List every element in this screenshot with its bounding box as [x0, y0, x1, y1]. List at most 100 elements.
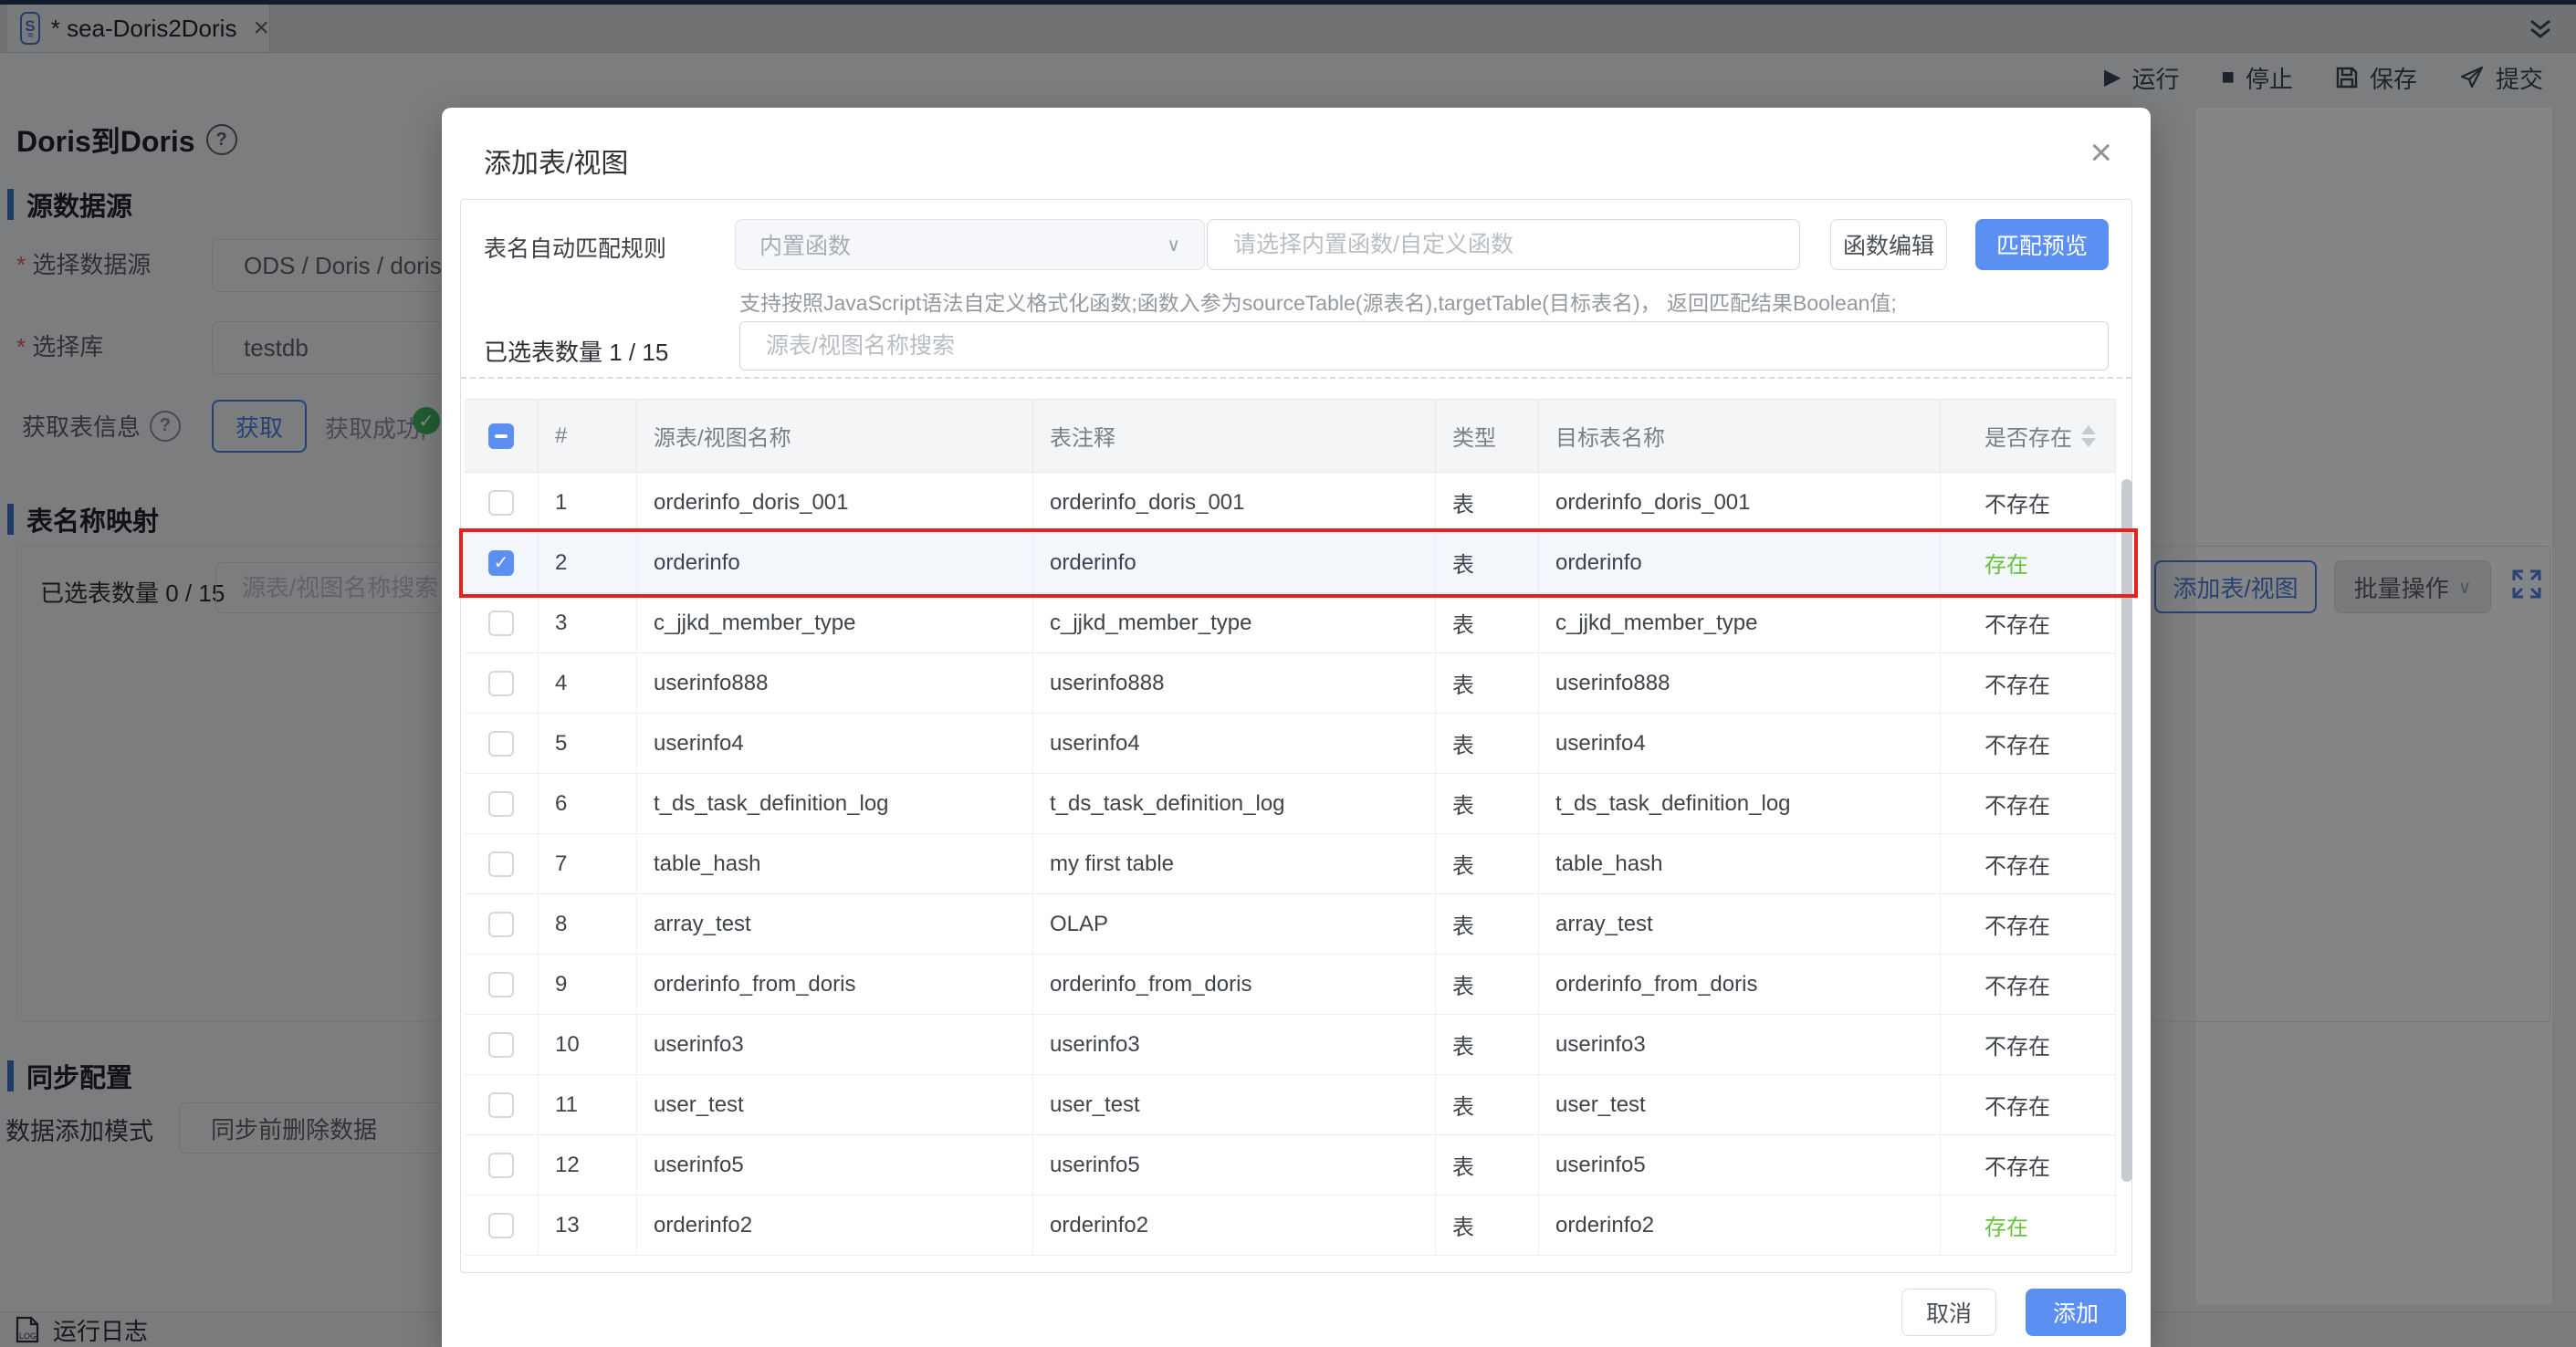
col-type: 类型 [1436, 400, 1539, 473]
row-source-name: c_jjkd_member_type [637, 593, 1033, 653]
row-checkbox-cell [465, 714, 539, 774]
row-target-name: userinfo3 [1539, 1015, 1941, 1075]
row-checkbox-cell [465, 1135, 539, 1196]
col-source-name: 源表/视图名称 [637, 400, 1033, 473]
row-checkbox[interactable] [488, 611, 514, 636]
row-source-name: array_test [637, 894, 1033, 955]
table-row[interactable]: 3c_jjkd_member_typec_jjkd_member_type表c_… [465, 593, 2116, 653]
row-checkbox[interactable] [488, 1092, 514, 1118]
function-edit-button[interactable]: 函数编辑 [1830, 219, 1947, 270]
add-button[interactable]: 添加 [2026, 1289, 2126, 1336]
row-target-name: c_jjkd_member_type [1539, 593, 1941, 653]
table-row[interactable]: 10userinfo3userinfo3表userinfo3不存在 [465, 1015, 2116, 1075]
row-checkbox[interactable]: ✓ [488, 550, 514, 576]
sort-icons[interactable] [2081, 425, 2096, 447]
match-preview-button[interactable]: 匹配预览 [1975, 219, 2109, 270]
rule-hint-text: 支持按照JavaScript语法自定义格式化函数;函数入参为sourceTabl… [739, 286, 1897, 317]
row-checkbox[interactable] [488, 671, 514, 696]
row-comment: my first table [1033, 834, 1436, 894]
row-comment: t_ds_task_definition_log [1033, 774, 1436, 834]
row-target-name: array_test [1539, 894, 1941, 955]
row-exists-status: 存在 [1941, 533, 2116, 593]
row-type: 表 [1436, 653, 1539, 714]
table-header-row: # 源表/视图名称 表注释 类型 目标表名称 是否存在 [465, 399, 2116, 473]
row-checkbox[interactable] [488, 972, 514, 997]
row-source-name: orderinfo_from_doris [637, 955, 1033, 1015]
table-row[interactable]: 6t_ds_task_definition_logt_ds_task_defin… [465, 774, 2116, 834]
row-type: 表 [1436, 473, 1539, 533]
table-row[interactable]: 4userinfo888userinfo888表userinfo888不存在 [465, 653, 2116, 714]
row-checkbox[interactable] [488, 1213, 514, 1238]
row-checkbox-cell: ✓ [465, 533, 539, 593]
table-row[interactable]: 11user_testuser_test表user_test不存在 [465, 1075, 2116, 1135]
row-comment: orderinfo [1033, 533, 1436, 593]
row-exists-status: 存在 [1941, 1196, 2116, 1256]
row-type: 表 [1436, 894, 1539, 955]
row-exists-status: 不存在 [1941, 774, 2116, 834]
row-target-name: userinfo4 [1539, 714, 1941, 774]
col-comment: 表注释 [1033, 400, 1436, 473]
row-checkbox-cell [465, 1015, 539, 1075]
row-type: 表 [1436, 1015, 1539, 1075]
row-index: 12 [539, 1135, 637, 1196]
row-checkbox-cell [465, 774, 539, 834]
row-checkbox[interactable] [488, 490, 514, 516]
builtin-function-select[interactable]: 内置函数∨ [735, 219, 1205, 270]
row-checkbox[interactable] [488, 912, 514, 937]
row-source-name: orderinfo [637, 533, 1033, 593]
table-row[interactable]: 7table_hashmy first table表table_hash不存在 [465, 834, 2116, 894]
modal-title: 添加表/视图 [484, 141, 628, 181]
function-input[interactable] [1207, 219, 1800, 270]
row-source-name: orderinfo_doris_001 [637, 473, 1033, 533]
row-type: 表 [1436, 714, 1539, 774]
modal-selected-count: 已选表数量 1 / 15 [484, 334, 668, 368]
row-comment: userinfo5 [1033, 1135, 1436, 1196]
row-index: 6 [539, 774, 637, 834]
row-source-name: userinfo5 [637, 1135, 1033, 1196]
table-scrollbar-thumb[interactable] [2121, 479, 2132, 1182]
row-index: 1 [539, 473, 637, 533]
row-target-name: orderinfo [1539, 533, 1941, 593]
row-checkbox[interactable] [488, 1153, 514, 1178]
table-row[interactable]: 8array_testOLAP表array_test不存在 [465, 894, 2116, 955]
modal-search-input[interactable] [739, 321, 2109, 371]
modal-close-icon[interactable]: × [2089, 133, 2112, 172]
row-target-name: table_hash [1539, 834, 1941, 894]
table-row[interactable]: 13orderinfo2orderinfo2表orderinfo2存在 [465, 1196, 2116, 1256]
row-source-name: t_ds_task_definition_log [637, 774, 1033, 834]
row-target-name: orderinfo2 [1539, 1196, 1941, 1256]
sort-asc-icon[interactable] [2081, 425, 2096, 434]
row-index: 5 [539, 714, 637, 774]
table-row[interactable]: ✓2orderinfoorderinfo表orderinfo存在 [465, 533, 2116, 593]
row-comment: c_jjkd_member_type [1033, 593, 1436, 653]
row-type: 表 [1436, 593, 1539, 653]
row-type: 表 [1436, 533, 1539, 593]
row-index: 4 [539, 653, 637, 714]
row-checkbox[interactable] [488, 791, 514, 817]
row-source-name: userinfo4 [637, 714, 1033, 774]
table-row[interactable]: 5userinfo4userinfo4表userinfo4不存在 [465, 714, 2116, 774]
sort-desc-icon[interactable] [2081, 438, 2096, 447]
select-all-cell [465, 400, 539, 473]
row-comment: userinfo888 [1033, 653, 1436, 714]
col-index: # [539, 400, 637, 473]
row-index: 8 [539, 894, 637, 955]
col-target-name: 目标表名称 [1539, 400, 1941, 473]
row-checkbox[interactable] [488, 851, 514, 877]
table-row[interactable]: 12userinfo5userinfo5表userinfo5不存在 [465, 1135, 2116, 1196]
row-exists-status: 不存在 [1941, 1135, 2116, 1196]
row-exists-status: 不存在 [1941, 955, 2116, 1015]
table-row[interactable]: 9orderinfo_from_dorisorderinfo_from_dori… [465, 955, 2116, 1015]
row-checkbox-cell [465, 834, 539, 894]
row-source-name: orderinfo2 [637, 1196, 1033, 1256]
select-all-checkbox[interactable] [488, 423, 514, 449]
table-row[interactable]: 1orderinfo_doris_001orderinfo_doris_001表… [465, 473, 2116, 533]
row-type: 表 [1436, 1075, 1539, 1135]
row-index: 10 [539, 1015, 637, 1075]
cancel-button[interactable]: 取消 [1901, 1289, 1996, 1336]
row-type: 表 [1436, 834, 1539, 894]
row-checkbox[interactable] [488, 731, 514, 757]
row-checkbox[interactable] [488, 1032, 514, 1058]
row-index: 11 [539, 1075, 637, 1135]
row-comment: userinfo4 [1033, 714, 1436, 774]
